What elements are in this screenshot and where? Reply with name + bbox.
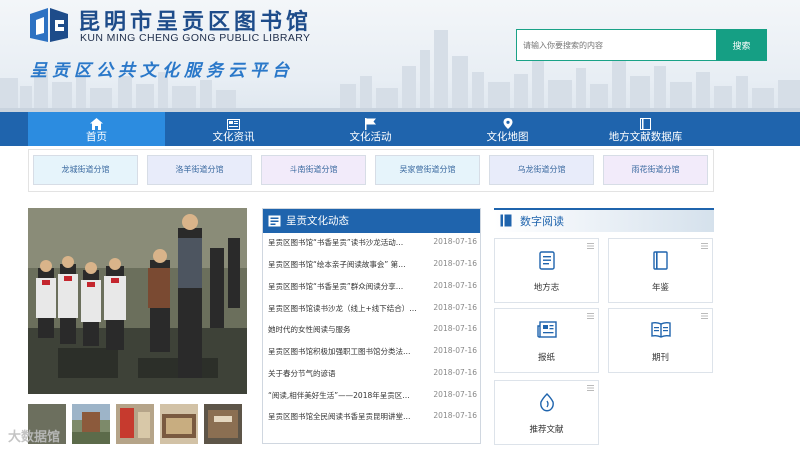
news-item-date: 2018-07-16: [433, 390, 477, 399]
news-item[interactable]: 呈贡区图书馆“绘本亲子阅读故事会” 第… 2018-07-16: [268, 259, 477, 273]
nav-item-local-documents-database[interactable]: 地方文献数据库: [576, 112, 715, 146]
news-item-date: 2018-07-16: [433, 324, 477, 333]
map-pin-icon: [439, 115, 576, 129]
tile-label: 期刊: [651, 353, 669, 363]
tile-journals[interactable]: 期刊: [608, 308, 713, 373]
tile-local-chronicles[interactable]: 地方志: [494, 238, 599, 303]
library-logo: [30, 8, 68, 42]
photo-thumbnail-strip: [28, 404, 247, 444]
main-navigation: 首页 文化资讯 文化活动 文化地图 地方文献数据库: [0, 112, 800, 146]
site-header: 昆明市呈贡区图书馆 KUN MING CHENG GONG PUBLIC LIB…: [0, 0, 800, 112]
nav-item-culture-news[interactable]: 文化资讯: [165, 112, 302, 146]
news-item-date: 2018-07-16: [433, 303, 477, 312]
nav-label: 文化资讯: [212, 131, 255, 143]
search-bar: 搜索: [516, 29, 767, 61]
branch-library-list: 龙城街道分馆 洛羊街道分馆 斗南街道分馆 吴家营街道分馆 乌龙街道分馆 雨花街道…: [28, 149, 714, 192]
search-input[interactable]: [516, 29, 716, 61]
flag-icon: [302, 115, 439, 130]
branch-longcheng[interactable]: 龙城街道分馆: [33, 155, 138, 185]
branch-dounan[interactable]: 斗南街道分馆: [261, 155, 366, 185]
news-item-title[interactable]: “阅读,相伴美好生活”——2018年呈贡区…: [268, 390, 423, 401]
recommend-icon: [495, 393, 598, 413]
menu-lines-icon: [587, 243, 594, 249]
tile-label: 地方志: [533, 283, 560, 293]
nav-label: 首页: [86, 131, 107, 143]
news-item-title[interactable]: 呈贡区图书馆积极加强职工图书馆分类法…: [268, 346, 423, 357]
digital-reading-header: 数字阅读: [494, 208, 714, 232]
branch-yuhua[interactable]: 雨花街道分馆: [603, 155, 708, 185]
book-icon: [576, 115, 715, 130]
news-panel-header: 呈贡文化动态: [263, 209, 480, 233]
news-item[interactable]: “阅读,相伴美好生活”——2018年呈贡区… 2018-07-16: [268, 390, 477, 404]
tile-label: 年鉴: [651, 283, 669, 293]
news-item-date: 2018-07-16: [433, 237, 477, 246]
branch-wujiaying[interactable]: 吴家营街道分馆: [375, 155, 480, 185]
news-icon: [268, 215, 281, 227]
tile-yearbook[interactable]: 年鉴: [608, 238, 713, 303]
header-accent-bar: [494, 208, 714, 210]
news-item-title[interactable]: 关于春分节气的谚语: [268, 368, 423, 379]
news-item[interactable]: 她时代的女性阅读与服务 2018-07-16: [268, 324, 477, 338]
platform-slogan: 呈贡区公共文化服务云平台: [30, 61, 294, 81]
tile-recommended-literature[interactable]: 推荐文献: [494, 380, 599, 445]
tile-label: 报纸: [537, 353, 555, 363]
nav-item-home[interactable]: 首页: [28, 112, 165, 146]
search-button[interactable]: 搜索: [716, 29, 767, 61]
photo-thumbnail[interactable]: [204, 404, 242, 444]
watermark: 大数据馆: [8, 430, 61, 445]
news-item-date: 2018-07-16: [433, 368, 477, 377]
news-item-date: 2018-07-16: [433, 259, 477, 268]
menu-lines-icon: [587, 313, 594, 319]
book-icon: [500, 214, 512, 227]
news-item[interactable]: 关于春分节气的谚语 2018-07-16: [268, 368, 477, 382]
news-item[interactable]: 呈贡区图书馆读书沙龙（线上+线下结合）… 2018-07-16: [268, 303, 477, 317]
digital-reading-panel: 数字阅读 地方志 年鉴 报纸 期刊 推荐文献: [494, 208, 714, 446]
tile-newspapers[interactable]: 报纸: [494, 308, 599, 373]
local-chronicle-icon: [495, 251, 598, 271]
branch-luoyang[interactable]: 洛羊街道分馆: [147, 155, 252, 185]
news-item-date: 2018-07-16: [433, 346, 477, 355]
newspaper-icon: [495, 321, 598, 341]
journal-icon: [609, 321, 712, 341]
news-item-title[interactable]: 呈贡区图书馆“绘本亲子阅读故事会” 第…: [268, 259, 423, 270]
library-name-english: KUN MING CHENG GONG PUBLIC LIBRARY: [80, 32, 311, 44]
photo-thumbnail[interactable]: [72, 404, 110, 444]
news-item-title[interactable]: 呈贡区图书馆全民阅读书香呈贡昆明讲堂…: [268, 411, 423, 422]
menu-lines-icon: [701, 243, 708, 249]
news-item-title[interactable]: 呈贡区图书馆“书香呈贡”群众阅读分享…: [268, 281, 423, 292]
featured-event-photo[interactable]: [28, 208, 247, 394]
news-panel-title: 呈贡文化动态: [286, 215, 349, 227]
nav-item-culture-activities[interactable]: 文化活动: [302, 112, 439, 146]
news-item-title[interactable]: 她时代的女性阅读与服务: [268, 324, 423, 335]
menu-lines-icon: [701, 313, 708, 319]
photo-thumbnail[interactable]: [116, 404, 154, 444]
news-item[interactable]: 呈贡区图书馆全民阅读书香呈贡昆明讲堂… 2018-07-16: [268, 411, 477, 425]
nav-label: 文化活动: [349, 131, 392, 143]
news-item[interactable]: 呈贡区图书馆“书香呈贡”读书沙龙活动… 2018-07-16: [268, 237, 477, 251]
news-item-date: 2018-07-16: [433, 281, 477, 290]
nav-item-culture-map[interactable]: 文化地图: [439, 112, 576, 146]
menu-lines-icon: [587, 385, 594, 391]
nav-label: 文化地图: [486, 131, 529, 143]
home-icon: [28, 115, 165, 130]
news-item[interactable]: 呈贡区图书馆“书香呈贡”群众阅读分享… 2018-07-16: [268, 281, 477, 295]
yearbook-icon: [609, 251, 712, 271]
news-item-date: 2018-07-16: [433, 411, 477, 420]
tile-label: 推荐文献: [529, 425, 564, 435]
news-item-title[interactable]: 呈贡区图书馆读书沙龙（线上+线下结合）…: [268, 303, 423, 314]
news-item[interactable]: 呈贡区图书馆积极加强职工图书馆分类法… 2018-07-16: [268, 346, 477, 360]
culture-news-panel: 呈贡文化动态 呈贡区图书馆“书香呈贡”读书沙龙活动… 2018-07-16 呈贡…: [262, 208, 481, 444]
photo-thumbnail[interactable]: [160, 404, 198, 444]
nav-label: 地方文献数据库: [608, 131, 683, 143]
newspaper-icon: [165, 115, 302, 130]
branch-wulong[interactable]: 乌龙街道分馆: [489, 155, 594, 185]
news-item-title[interactable]: 呈贡区图书馆“书香呈贡”读书沙龙活动…: [268, 237, 423, 248]
digital-reading-title: 数字阅读: [520, 215, 564, 228]
